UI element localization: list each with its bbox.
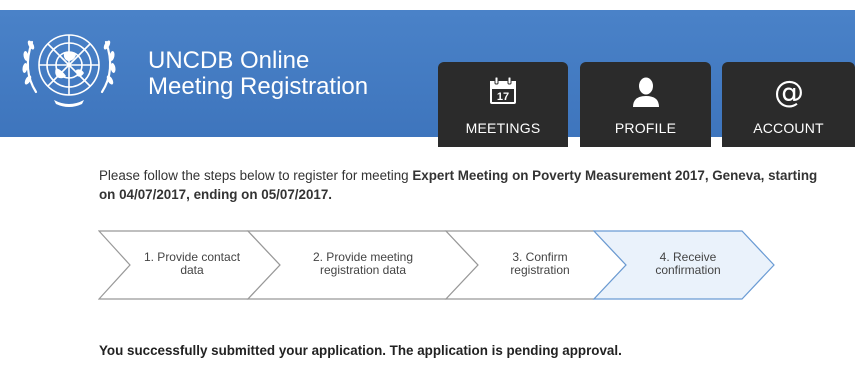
app-title-line2: Meeting Registration: [148, 73, 369, 100]
step-2-line2: registration data: [320, 263, 406, 277]
tab-account-label: ACCOUNT: [753, 120, 824, 136]
tab-profile-label: PROFILE: [614, 120, 677, 136]
un-emblem-logo: [22, 34, 116, 107]
step-1-line2: data: [180, 263, 204, 277]
tab-account[interactable]: @ ACCOUNT: [722, 62, 855, 147]
start-date: 04/07/2017: [119, 187, 187, 202]
step-4-line2: confirmation: [655, 263, 720, 277]
step-4-line1: 4. Receive: [660, 250, 717, 264]
app-title: UNCDB Online Meeting Registration: [148, 48, 368, 100]
step-1: 1. Provide contact data: [98, 230, 281, 300]
registration-intro: Please follow the steps below to registe…: [99, 166, 819, 204]
step-3-line1: 3. Confirm: [512, 250, 567, 264]
tab-meetings[interactable]: 17 MEETINGS: [438, 62, 568, 147]
calendar-day-number: 17: [497, 91, 509, 103]
step-2: 2. Provide meeting registration data: [246, 230, 479, 300]
tab-meetings-label: MEETINGS: [465, 120, 541, 136]
step-2-line1: 2. Provide meeting: [313, 250, 413, 264]
meeting-name: Expert Meeting on Poverty Measurement 20…: [412, 168, 761, 183]
calendar-icon: 17: [490, 76, 516, 104]
user-icon: [632, 77, 659, 107]
end-date: 05/07/2017: [261, 187, 329, 202]
step-1-line1: 1. Provide contact: [144, 250, 241, 264]
at-icon: @: [774, 75, 804, 108]
intro-prefix: Please follow the steps below to registe…: [99, 168, 413, 183]
app-header: UNCDB Online Meeting Registration 17 MEE…: [0, 10, 855, 147]
intro-suffix: .: [328, 187, 333, 202]
intro-ending: , ending on: [186, 187, 262, 202]
step-3-line2: registration: [510, 263, 569, 277]
at-symbol: @: [774, 75, 804, 108]
app-title-line1: UNCDB Online: [148, 47, 310, 74]
registration-steps: 1. Provide contact data 2. Provide meeti…: [98, 230, 775, 300]
submission-status-message: You successfully submitted your applicat…: [99, 343, 622, 358]
tab-profile[interactable]: PROFILE: [580, 62, 711, 147]
